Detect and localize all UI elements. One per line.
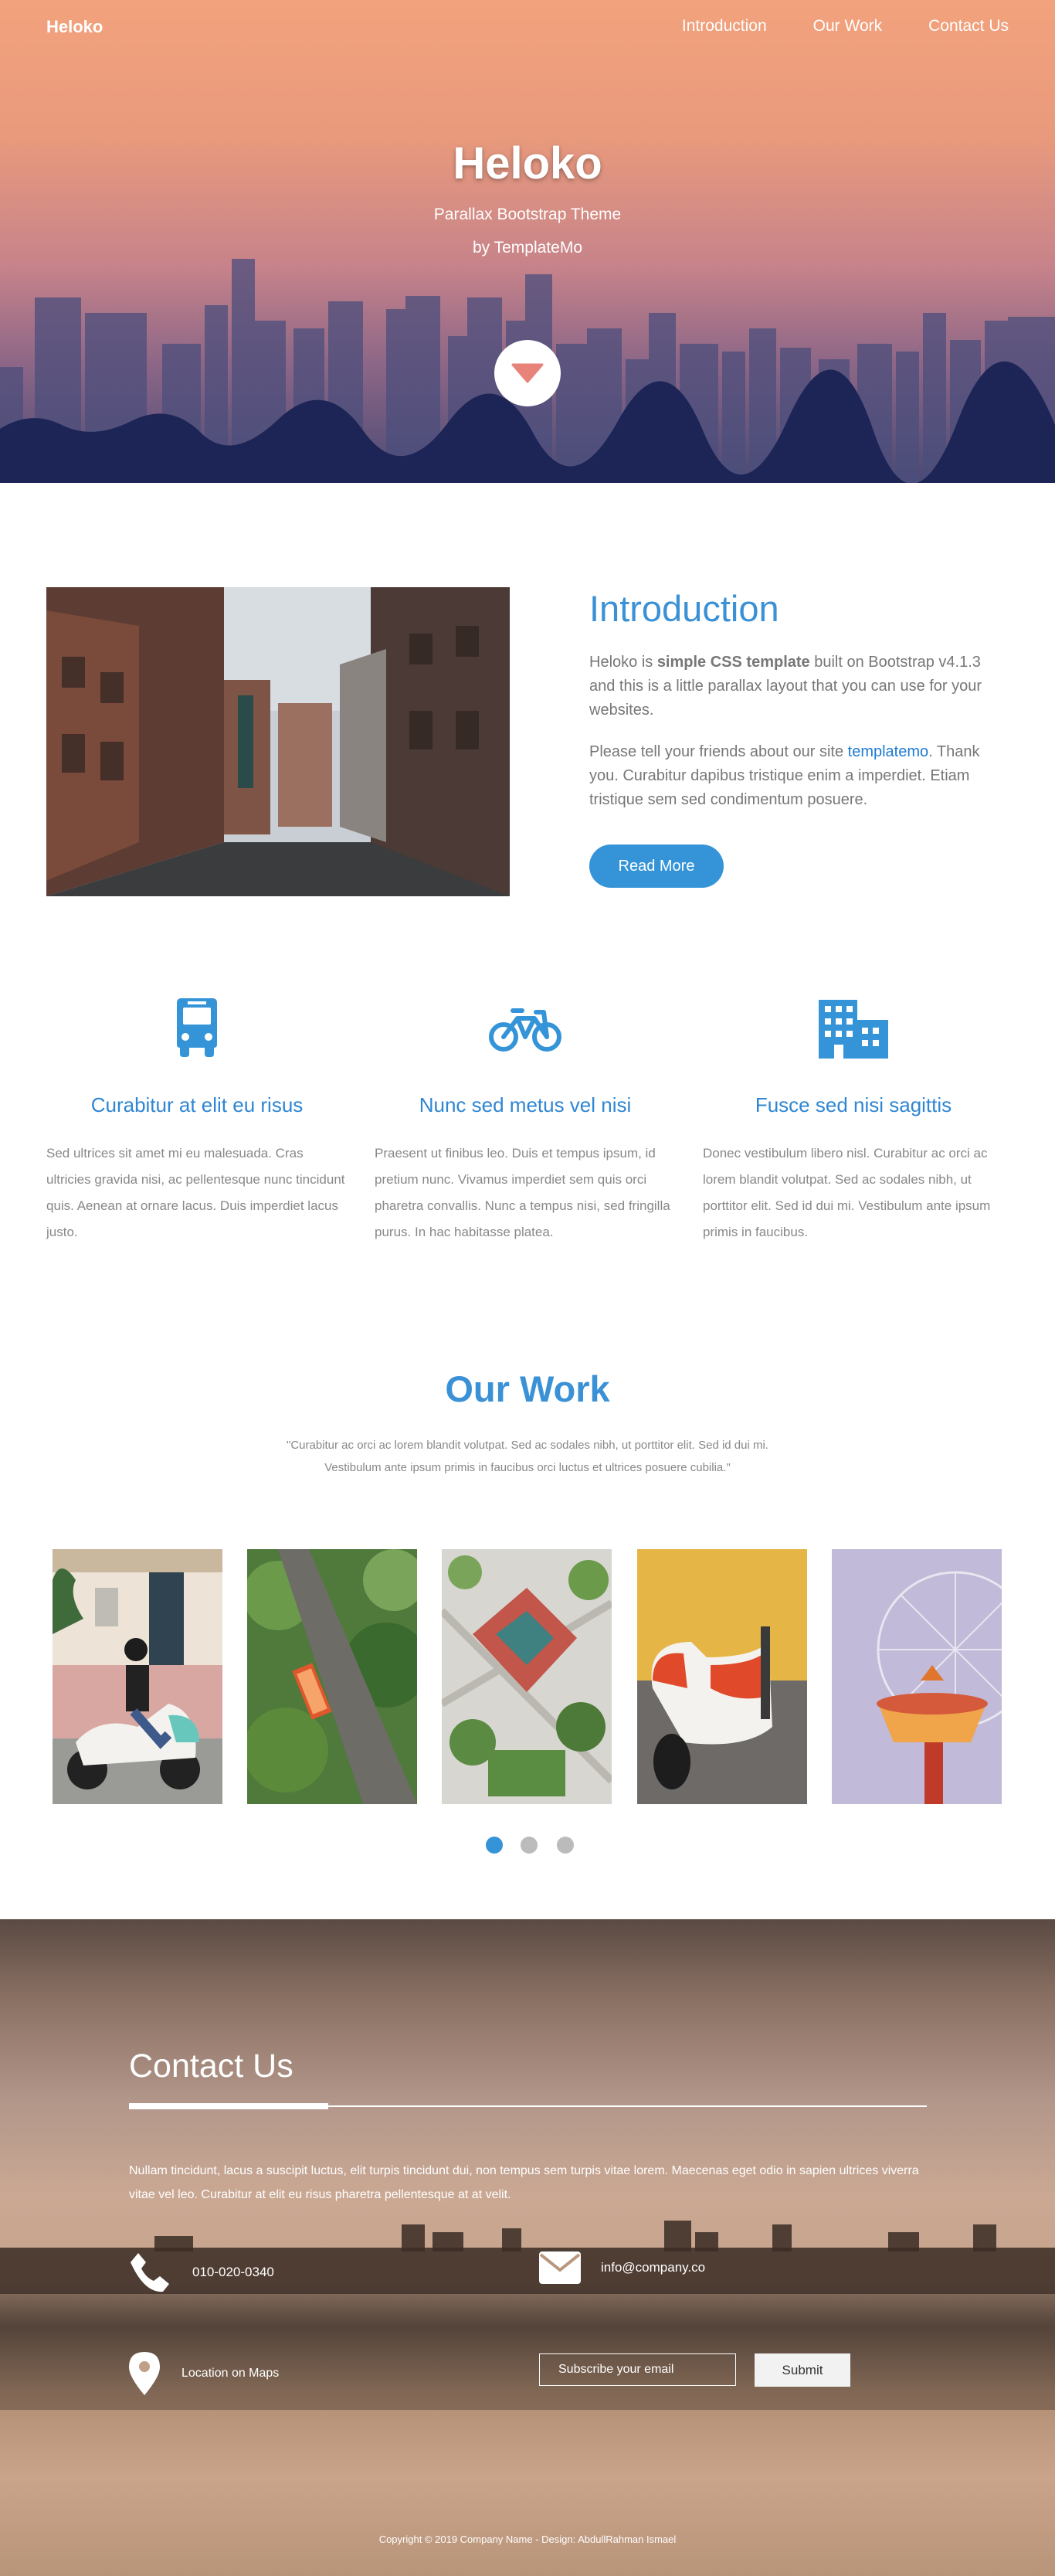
feature-text-1: Sed ultrices sit amet mi eu malesuada. C… (46, 1146, 345, 1239)
email-address[interactable]: info@company.co (601, 2260, 705, 2275)
work-thumbnail-2[interactable] (247, 1549, 417, 1804)
intro-paragraph-1: Heloko is simple CSS template built on B… (589, 654, 982, 719)
work-thumbnail-5[interactable] (832, 1549, 1002, 1804)
footer-copyright: Copyright © 2019 Company Name - Design: … (378, 2534, 677, 2545)
hero-subtitle: Parallax Bootstrap Theme (433, 206, 622, 223)
envelope-icon (539, 2251, 581, 2284)
maps-link[interactable]: Location on Maps (181, 2367, 279, 2381)
work-thumbnail-3[interactable] (442, 1549, 612, 1804)
intro-paragraph-2: Please tell your friends about our site … (589, 743, 980, 808)
hero-section: Heloko Introduction Our Work Contact Us … (0, 0, 1055, 483)
carousel-dot-1[interactable] (486, 1837, 503, 1854)
work-thumbnail-1[interactable] (53, 1549, 222, 1804)
nav-link-contact-us[interactable]: Contact Us (928, 17, 1009, 36)
templatemo-link[interactable]: templatemo (848, 743, 929, 760)
feature-title-2: Nunc sed metus vel nisi (419, 1093, 632, 1116)
feature-title-3: Fusce sed nisi sagittis (755, 1093, 952, 1116)
nav-link-introduction[interactable]: Introduction (682, 17, 767, 36)
scroll-down-button[interactable] (494, 340, 561, 406)
read-more-button[interactable]: Read More (589, 845, 724, 888)
building-icon (819, 1000, 888, 1059)
contact-email: info@company.co (539, 2251, 705, 2284)
feature-card-2: Nunc sed metus vel nisi Praesent ut fini… (375, 997, 676, 1246)
feature-text-2: Praesent ut finibus leo. Duis et tempus … (375, 1146, 670, 1239)
bicycle-icon (489, 1008, 561, 1052)
contact-phone: 010-020-0340 (129, 2251, 274, 2293)
phone-number: 010-020-0340 (192, 2265, 274, 2279)
contact-title: Contact Us (129, 2048, 293, 2085)
map-marker-icon (129, 2352, 160, 2395)
contact-location: Location on Maps (129, 2352, 279, 2395)
contact-divider-accent (129, 2103, 328, 2109)
contact-text: Nullam tincidunt, lacus a suscipit luctu… (129, 2164, 919, 2201)
subscribe-email-input[interactable] (539, 2353, 736, 2386)
main-nav: Introduction Our Work Contact Us (682, 17, 1009, 36)
intro-bold-text: simple CSS template (656, 654, 810, 671)
work-quote: "Curabitur ac orci ac lorem blandit volu… (287, 1439, 768, 1474)
hero-title: Heloko (453, 138, 602, 189)
work-title: Our Work (445, 1368, 610, 1409)
feature-title-1: Curabitur at elit eu risus (90, 1093, 304, 1116)
caret-down-icon (511, 363, 544, 383)
hero-byline: by TemplateMo (472, 239, 583, 257)
intro-title: Introduction (589, 588, 779, 629)
feature-card-3: Fusce sed nisi sagittis Donec vestibulum… (703, 997, 1004, 1246)
nav-link-our-work[interactable]: Our Work (813, 17, 882, 36)
waterfront-skyline-image (0, 2221, 1055, 2410)
contact-section (0, 1919, 1055, 2576)
brand-logo[interactable]: Heloko (46, 17, 103, 37)
phone-icon (131, 2253, 169, 2292)
feature-card-1: Curabitur at elit eu risus Sed ultrices … (46, 997, 348, 1246)
intro-street-image (46, 587, 510, 896)
bus-icon (177, 998, 217, 1057)
feature-text-3: Donec vestibulum libero nisl. Curabitur … (703, 1146, 991, 1239)
carousel-dot-2[interactable] (521, 1837, 538, 1854)
carousel-dot-3[interactable] (557, 1837, 574, 1854)
work-thumbnail-4[interactable] (637, 1549, 807, 1804)
submit-button[interactable]: Submit (755, 2353, 850, 2387)
